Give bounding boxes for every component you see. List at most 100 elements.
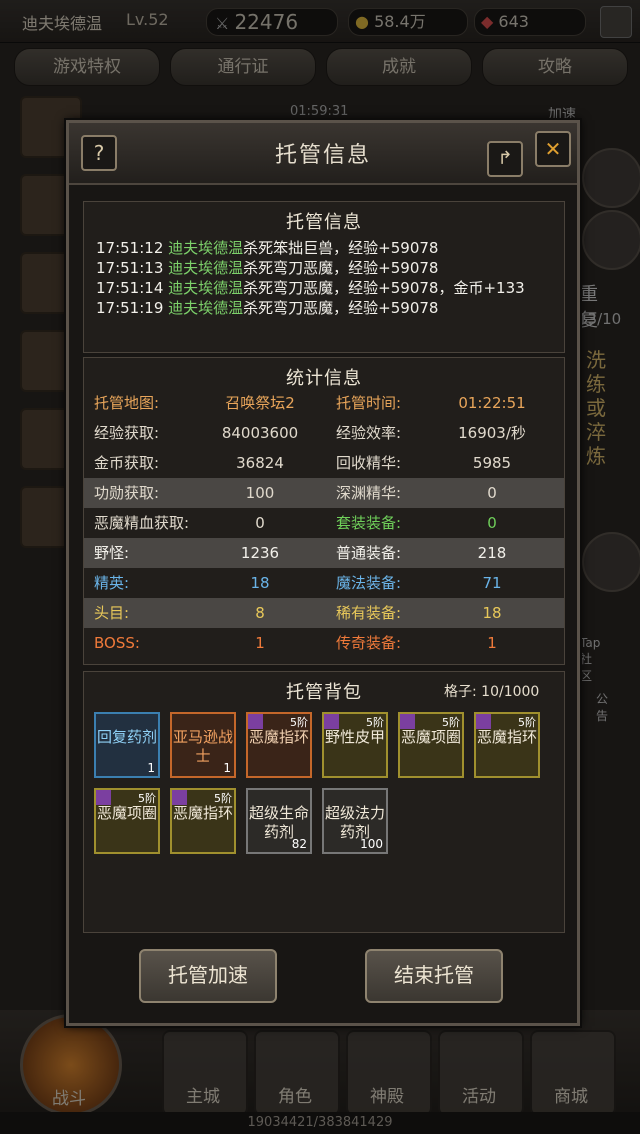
bag-item-slot[interactable]: 恶魔指环 5阶 <box>170 788 236 854</box>
stats-label: 回收精华: <box>336 454 402 472</box>
bag-item-slot[interactable]: 恶魔指环 5阶 <box>474 712 540 778</box>
stats-value: 01:22:51 <box>458 394 526 412</box>
stats-label: 精英: <box>94 574 130 592</box>
bag-item-slot[interactable]: 超级法力药剂 100 <box>322 788 388 854</box>
bag-grid: 回复药剂 1 亚马逊战士 1 恶魔指环 5阶 野性皮甲 5阶 恶魔项圈 5阶 恶魔指环 5阶 恶魔项圈 5… <box>94 712 554 872</box>
bag-item-count: 100 <box>360 837 383 851</box>
stats-row: 托管地图: 召唤祭坛2 托管时间: 01:22:51 <box>84 388 564 418</box>
stats-label: 野怪: <box>94 544 130 562</box>
end-autoplay-button[interactable]: 结束托管 <box>365 949 503 1003</box>
log-text: 杀死弯刀恶魔，经验+59078，金币+133 <box>243 279 525 297</box>
modal-header: ? 托管信息 ↱ ✕ <box>69 123 577 185</box>
weapon-tag-icon <box>248 714 263 729</box>
bag-item-slot[interactable]: 恶魔指环 5阶 <box>246 712 312 778</box>
bag-item-name: 恶魔指环 <box>248 728 309 746</box>
bag-panel: 托管背包 格子: 10/1000 回复药剂 1 亚马逊战士 1 恶魔指环 5阶 野性皮甲 5阶… <box>83 671 565 933</box>
log-player[interactable]: 迪夫埃德温 <box>168 259 243 277</box>
stats-value: 召唤祭坛2 <box>225 394 295 412</box>
stats-label: 恶魔精血获取: <box>94 514 190 532</box>
weapon-tag-icon <box>400 714 415 729</box>
stats-label: 传奇装备: <box>336 634 402 652</box>
stats-value: 84003600 <box>221 424 299 442</box>
log-time: 17:51:14 <box>96 279 164 297</box>
stats-label: 头目: <box>94 604 130 622</box>
stats-label: 套装装备: <box>336 514 402 532</box>
share-icon[interactable]: ↱ <box>487 141 523 177</box>
stats-value: 0 <box>487 484 497 502</box>
stats-label: 魔法装备: <box>336 574 402 592</box>
log-title: 托管信息 <box>286 212 362 233</box>
bag-item-name: 野性皮甲 <box>324 728 385 746</box>
speedup-button[interactable]: 托管加速 <box>139 949 277 1003</box>
bag-capacity: 格子: 10/1000 <box>444 681 539 701</box>
capacity-label: 格子: <box>444 684 477 700</box>
stats-label: 普通装备: <box>336 544 402 562</box>
close-icon[interactable]: ✕ <box>535 131 571 167</box>
bag-item-name: 恶魔项圈 <box>400 728 461 746</box>
stats-label: 经验获取: <box>94 424 160 442</box>
bag-item-tier: 5阶 <box>138 792 156 805</box>
weapon-tag-icon <box>96 790 111 805</box>
stats-value: 71 <box>482 574 502 592</box>
log-player[interactable]: 迪夫埃德温 <box>168 299 243 317</box>
bag-item-count: 82 <box>291 837 307 851</box>
stats-value: 36824 <box>236 454 284 472</box>
stats-value: 18 <box>482 604 502 622</box>
stats-value: 5985 <box>472 454 512 472</box>
stats-value: 0 <box>255 514 265 532</box>
log-player[interactable]: 迪夫埃德温 <box>168 279 243 297</box>
log-entry: 17:51:19 迪夫埃德温杀死弯刀恶魔，经验+59078 <box>96 298 552 318</box>
bag-item-tier: 5阶 <box>366 716 384 729</box>
bag-item-name: 恶魔指环 <box>172 804 233 822</box>
stats-label: 经验效率: <box>336 424 402 442</box>
log-entry: 17:51:13 迪夫埃德温杀死弯刀恶魔，经验+59078 <box>96 258 552 278</box>
bag-item-count: 1 <box>147 761 155 775</box>
stats-value: 8 <box>255 604 265 622</box>
bag-item-slot[interactable]: 超级生命药剂 82 <box>246 788 312 854</box>
stats-label: 金币获取: <box>94 454 160 472</box>
bag-item-name: 回复药剂 <box>96 728 157 746</box>
log-text: 杀死笨拙巨兽，经验+59078 <box>243 239 439 257</box>
log-entry: 17:51:14 迪夫埃德温杀死弯刀恶魔，经验+59078，金币+133 <box>96 278 552 298</box>
log-entry: 17:51:12 迪夫埃德温杀死笨拙巨兽，经验+59078 <box>96 238 552 258</box>
log-list: 17:51:12 迪夫埃德温杀死笨拙巨兽，经验+59078 17:51:13 迪… <box>96 238 552 318</box>
bag-item-slot[interactable]: 恶魔项圈 5阶 <box>94 788 160 854</box>
bag-item-slot[interactable]: 恶魔项圈 5阶 <box>398 712 464 778</box>
bag-item-tier: 5阶 <box>442 716 460 729</box>
stats-value: 16903/秒 <box>458 424 526 442</box>
log-time: 17:51:13 <box>96 259 164 277</box>
stats-row: 恶魔精血获取: 0 套装装备: 0 <box>84 508 564 538</box>
weapon-tag-icon <box>324 714 339 729</box>
stats-label: 托管地图: <box>94 394 160 412</box>
stats-row: BOSS: 1 传奇装备: 1 <box>84 628 564 658</box>
stats-label: BOSS: <box>94 634 140 652</box>
log-player[interactable]: 迪夫埃德温 <box>168 239 243 257</box>
stats-value: 218 <box>477 544 507 562</box>
stats-row: 金币获取: 36824 回收精华: 5985 <box>84 448 564 478</box>
stats-value: 100 <box>245 484 275 502</box>
log-text: 杀死弯刀恶魔，经验+59078 <box>243 299 439 317</box>
bag-item-tier: 5阶 <box>290 716 308 729</box>
log-panel: 托管信息 17:51:12 迪夫埃德温杀死笨拙巨兽，经验+59078 17:51… <box>83 201 565 353</box>
autoplay-modal: ? 托管信息 ↱ ✕ 托管信息 17:51:12 迪夫埃德温杀死笨拙巨兽，经验+… <box>66 120 580 1026</box>
bag-item-slot[interactable]: 回复药剂 1 <box>94 712 160 778</box>
stats-panel: 统计信息 托管地图: 召唤祭坛2 托管时间: 01:22:51 经验获取: 8400360… <box>83 357 565 665</box>
stats-value: 1236 <box>240 544 280 562</box>
stats-row: 野怪: 1236 普通装备: 218 <box>84 538 564 568</box>
stats-value: 1 <box>255 634 265 652</box>
bag-item-slot[interactable]: 亚马逊战士 1 <box>170 712 236 778</box>
stats-label: 功勋获取: <box>94 484 160 502</box>
bag-item-tier: 5阶 <box>518 716 536 729</box>
capacity-value: 10/1000 <box>481 684 540 700</box>
bag-item-tier: 5阶 <box>214 792 232 805</box>
stats-title: 统计信息 <box>286 368 362 389</box>
stats-label: 托管时间: <box>336 394 402 412</box>
log-text: 杀死弯刀恶魔，经验+59078 <box>243 259 439 277</box>
stats-value: 0 <box>487 514 497 532</box>
bag-item-slot[interactable]: 野性皮甲 5阶 <box>322 712 388 778</box>
log-time: 17:51:12 <box>96 239 164 257</box>
stats-row: 精英: 18 魔法装备: 71 <box>84 568 564 598</box>
stats-value: 18 <box>250 574 270 592</box>
stats-row: 头目: 8 稀有装备: 18 <box>84 598 564 628</box>
weapon-tag-icon <box>172 790 187 805</box>
